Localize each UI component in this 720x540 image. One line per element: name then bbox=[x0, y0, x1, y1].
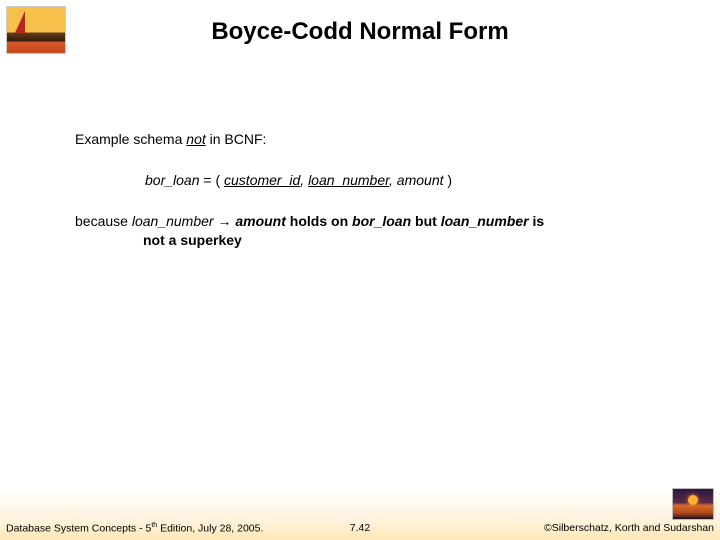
schema-sep2: , bbox=[389, 172, 397, 188]
schema-sep1: , bbox=[300, 172, 308, 188]
slide-title: Boyce-Codd Normal Form bbox=[0, 18, 720, 46]
schema-line: bor_loan = ( customer_id, loan_number, a… bbox=[145, 171, 660, 190]
fd-right: amount bbox=[235, 213, 286, 229]
schema-key1: customer_id bbox=[224, 172, 300, 188]
intro-pre: Example schema bbox=[75, 131, 186, 147]
because-mid3: is bbox=[529, 213, 545, 229]
schema-eq: = ( bbox=[200, 172, 225, 188]
footer-copyright: ©Silberschatz, Korth and Sudarshan bbox=[544, 522, 714, 534]
logo-sunset-icon bbox=[672, 488, 714, 520]
schema-close: ) bbox=[444, 172, 453, 188]
intro-line: Example schema not in BCNF: bbox=[75, 130, 660, 149]
schema-relation: bor_loan bbox=[145, 172, 200, 188]
schema-key2: loan_number bbox=[308, 172, 389, 188]
slide-title-area: Boyce-Codd Normal Form bbox=[0, 18, 720, 46]
intro-not: not bbox=[186, 131, 205, 147]
slide-footer: Database System Concepts - 5th Edition, … bbox=[6, 522, 714, 535]
footer-page-number: 7.42 bbox=[350, 522, 370, 534]
because-hang: not a superkey bbox=[143, 231, 660, 250]
because-block: because loan_number → amount holds on bo… bbox=[75, 212, 660, 250]
footer-left: Database System Concepts - 5th Edition, … bbox=[6, 522, 263, 535]
because-mid1: holds on bbox=[286, 213, 352, 229]
footer-book-b: Edition, July 28, 2005. bbox=[157, 522, 263, 534]
because-rel: bor_loan bbox=[352, 213, 411, 229]
intro-post: in BCNF: bbox=[206, 131, 267, 147]
because-mid2: but bbox=[411, 213, 441, 229]
sun-shape bbox=[688, 495, 698, 505]
fd-left: loan_number bbox=[132, 213, 214, 229]
footer-book-a: Database System Concepts - 5 bbox=[6, 522, 151, 534]
fd-arrow: → bbox=[214, 213, 236, 229]
because-word: because bbox=[75, 213, 132, 229]
because-ln2: loan_number bbox=[441, 213, 529, 229]
schema-attr3: amount bbox=[397, 172, 444, 188]
slide-content: Example schema not in BCNF: bor_loan = (… bbox=[75, 130, 660, 250]
